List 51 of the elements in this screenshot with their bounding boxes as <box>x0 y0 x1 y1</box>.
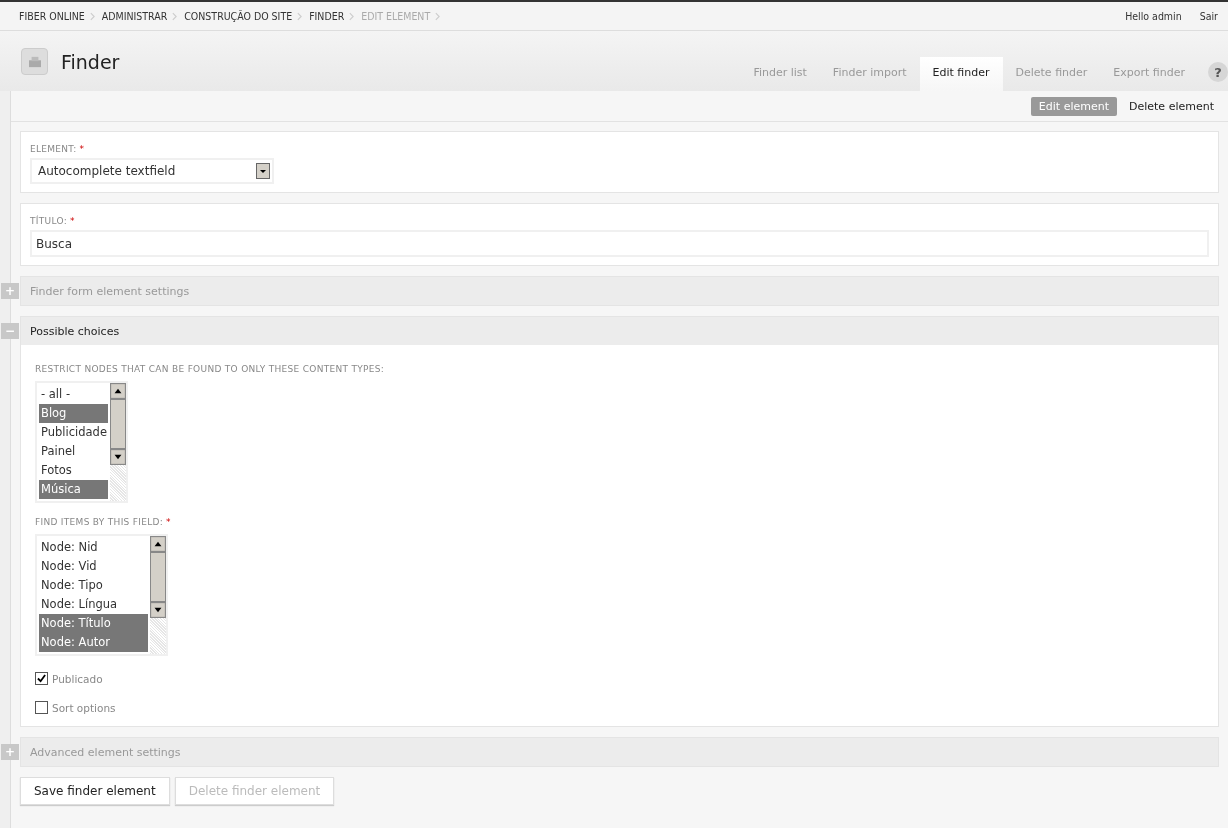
scroll-up-icon[interactable] <box>110 383 126 399</box>
list-option[interactable]: Blog <box>39 404 108 423</box>
breadcrumb-link[interactable]: FINDER <box>309 10 345 22</box>
scrollbar-thumb[interactable] <box>150 552 166 602</box>
scrollbar-thumb[interactable] <box>110 399 126 449</box>
scroll-down-icon[interactable] <box>110 449 126 465</box>
field-label: FIND ITEMS BY THIS FIELD: * <box>35 517 171 527</box>
subtab[interactable]: Delete element <box>1121 96 1222 116</box>
element-select[interactable]: Autocomplete textfield <box>30 158 274 184</box>
form-button[interactable]: Save finder element <box>20 777 170 805</box>
chevron-icon <box>349 11 355 21</box>
list-option[interactable]: Node: Tipo <box>39 576 148 595</box>
checkbox[interactable] <box>35 701 48 714</box>
dropdown-icon <box>256 163 270 179</box>
list-option[interactable]: Node: Vid <box>39 557 148 576</box>
scroll-down-icon[interactable] <box>150 602 166 618</box>
breadcrumb-link[interactable]: ADMINISTRAR <box>101 10 168 22</box>
list-option[interactable]: Música <box>39 480 108 499</box>
fieldset-title[interactable]: Possible choices <box>21 324 120 338</box>
multi-select-list[interactable]: Node: Nid Node: Vid Node: Tipo Node: Língua Node: Título Node: Autor <box>35 534 168 656</box>
tab[interactable]: Edit finder <box>919 57 1003 91</box>
list-option[interactable]: - all - <box>39 385 108 404</box>
chevron-icon <box>435 11 441 21</box>
scrollbar[interactable] <box>110 383 126 501</box>
breadcrumb-link[interactable]: CONSTRUÇÃO DO SITE <box>184 10 293 22</box>
scrollbar[interactable] <box>150 536 166 654</box>
list-option[interactable]: Publicidade <box>39 423 108 442</box>
field-label: ELEMENT: * <box>30 144 86 154</box>
chevron-icon <box>297 11 303 21</box>
checkbox[interactable] <box>35 672 48 685</box>
help-button[interactable]: ? <box>1208 62 1228 82</box>
field-label: RESTRICT NODES THAT CAN BE FOUND TO ONLY THESE CONTENT TYPES: <box>35 364 385 374</box>
page-title: Finder <box>61 50 120 73</box>
checkbox-label[interactable]: Publicado <box>52 672 103 685</box>
chevron-icon <box>172 11 178 21</box>
list-option[interactable]: Node: Língua <box>39 595 148 614</box>
module-icon <box>21 48 48 75</box>
chevron-icon <box>89 11 95 21</box>
checkbox-label[interactable]: Sort options <box>52 701 116 714</box>
list-option[interactable]: Node: Nid <box>39 538 148 557</box>
scroll-up-icon[interactable] <box>150 536 166 552</box>
breadcrumb-link[interactable]: FIBER ONLINE <box>19 10 85 22</box>
user-link[interactable]: Sair <box>1199 10 1218 22</box>
multi-select-list[interactable]: - all - Blog Publicidade Painel Fotos Música <box>35 381 128 503</box>
list-option[interactable]: Painel <box>39 442 108 461</box>
list-option[interactable]: Node: Autor <box>39 633 148 652</box>
list-option[interactable]: Fotos <box>39 461 108 480</box>
user-link[interactable]: Hello admin <box>1125 10 1182 22</box>
list-option[interactable]: Node: Título <box>39 614 148 633</box>
field-label: TÍTULO: * <box>30 216 76 226</box>
title-input[interactable]: Busca <box>30 230 1209 257</box>
